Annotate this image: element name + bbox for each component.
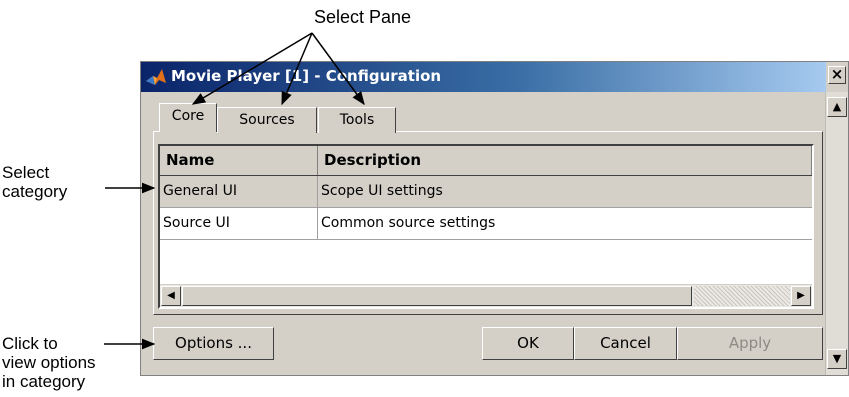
table-row[interactable]: General UI Scope UI settings	[160, 176, 812, 208]
annotation-select-pane: Select Pane	[314, 7, 412, 27]
annotation-line: category	[2, 182, 68, 201]
horizontal-scrollbar[interactable]: ◀ ▶	[160, 284, 812, 307]
tab-sources[interactable]: Sources	[217, 107, 317, 133]
cell-name: Source UI	[160, 208, 318, 239]
tab-core[interactable]: Core	[159, 103, 217, 132]
tab-tools[interactable]: Tools	[318, 107, 396, 133]
table-row[interactable]: Source UI Common source settings	[160, 208, 812, 240]
close-icon: ×	[830, 65, 844, 83]
close-button[interactable]: ×	[828, 66, 846, 84]
apply-button: Apply	[677, 327, 823, 360]
scroll-thumb[interactable]	[182, 286, 692, 306]
window-title: Movie Player [1] - Configuration	[171, 67, 442, 85]
scroll-down-button[interactable]: ▼	[827, 349, 847, 369]
table-header: Name Description	[160, 146, 812, 176]
scroll-up-button[interactable]: ▲	[827, 97, 847, 117]
annotation-line: view options	[2, 353, 96, 372]
cell-description: Scope UI settings	[321, 183, 443, 199]
column-header-description[interactable]: Description	[318, 146, 812, 175]
cell-name: General UI	[160, 176, 318, 207]
cell-description: Common source settings	[321, 215, 496, 231]
ok-button[interactable]: OK	[482, 327, 574, 360]
annotation-select-category: Select category	[2, 163, 67, 201]
triangle-left-icon: ◀	[167, 290, 175, 301]
triangle-up-icon: ▲	[832, 100, 842, 113]
scroll-track[interactable]	[694, 286, 790, 306]
matlab-logo-icon	[146, 69, 166, 85]
annotation-line: Select	[2, 163, 50, 182]
annotation-click-options: Click to view options in category	[2, 334, 96, 391]
scroll-left-button[interactable]: ◀	[161, 286, 181, 306]
scroll-right-button[interactable]: ▶	[791, 286, 811, 306]
cancel-button[interactable]: Cancel	[574, 327, 677, 360]
title-bar[interactable]: Movie Player [1] - Configuration	[141, 62, 826, 92]
annotation-line: Click to	[2, 334, 58, 353]
triangle-down-icon: ▼	[832, 352, 842, 365]
category-table: Name Description General UI Scope UI set…	[158, 144, 814, 309]
options-button[interactable]: Options ...	[153, 327, 274, 360]
vertical-scrollbar[interactable]: ▲ ▼	[825, 92, 848, 375]
triangle-right-icon: ▶	[797, 290, 805, 301]
annotation-line: in category	[2, 372, 86, 391]
configuration-dialog: Movie Player [1] - Configuration × ▲ ▼ C…	[140, 61, 849, 376]
column-header-name[interactable]: Name	[160, 146, 318, 175]
